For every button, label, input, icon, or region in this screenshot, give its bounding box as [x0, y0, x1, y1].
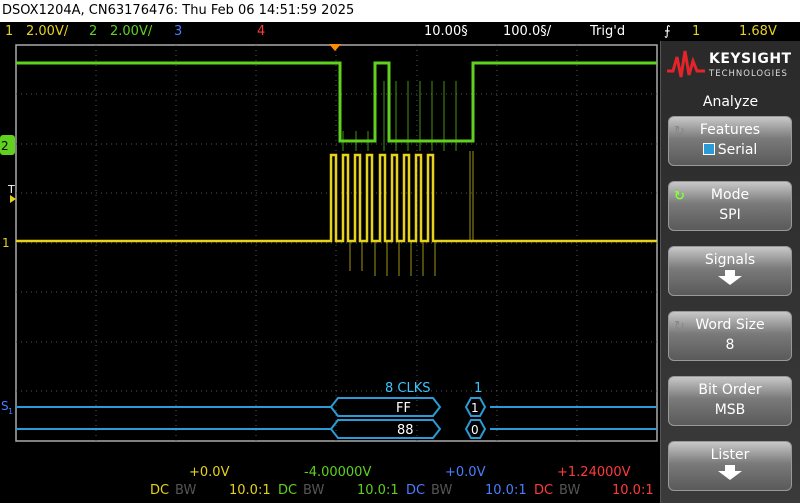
trigger-level[interactable]: 1.68V: [739, 22, 777, 41]
ch3-offset[interactable]: +0.0V: [445, 465, 485, 480]
ch1-marker-label[interactable]: 1: [2, 236, 10, 250]
trigger-state: Trig'd: [590, 24, 626, 39]
ch1-scale[interactable]: 2.00V/: [26, 22, 68, 41]
softkey-bit-order[interactable]: Bit Order MSB: [668, 376, 792, 426]
ch3-bw-limit: BW: [431, 483, 453, 498]
logo-sub: TECHNOLOGIES: [709, 69, 788, 79]
ch1-number[interactable]: 1: [5, 22, 13, 41]
softkey-word-size-label: Word Size: [695, 317, 765, 333]
softkey-mode-label: Mode: [710, 187, 750, 203]
softkey-signals[interactable]: Signals: [668, 246, 792, 296]
ch2-number[interactable]: 2: [89, 22, 97, 41]
trigger-level-label: T: [7, 183, 15, 196]
serial-miso-value: 88: [397, 423, 414, 438]
trigger-channel[interactable]: 1: [692, 22, 700, 41]
logo-brand: KEYSIGHT: [709, 51, 792, 67]
ch1-bw-limit: BW: [175, 483, 197, 498]
trigger-slope-icon: ⨍: [664, 24, 671, 39]
softkey-word-size-value: 8: [725, 337, 735, 353]
softkey-features-value: Serial: [669, 142, 791, 158]
softkey-features-label: Features: [699, 122, 761, 138]
menu-title: Analyze: [702, 94, 759, 110]
softkey-mode[interactable]: ↻ Mode SPI: [668, 181, 792, 231]
title-text: DSOX1204A, CN63176476: Thu Feb 06 14:51:…: [2, 3, 355, 18]
serial-miso-short: 0: [471, 423, 479, 437]
softkey-panel: KEYSIGHT TECHNOLOGIES Analyze ↻ Features…: [660, 41, 800, 503]
ch2-scale[interactable]: 2.00V/: [110, 22, 152, 41]
serial-header-clks: 8 CLKS: [385, 381, 431, 396]
softkey-bit-order-label: Bit Order: [698, 382, 762, 398]
ch1-offset[interactable]: +0.0V: [189, 465, 229, 480]
ch4-coupling: DC: [534, 483, 554, 498]
softkey-features-value-text: Serial: [717, 142, 758, 158]
ch4-bw-limit: BW: [559, 483, 581, 498]
ch4-probe: 10.0:1: [612, 483, 654, 498]
timebase-delay[interactable]: 10.00§: [424, 22, 468, 41]
ch4-number[interactable]: 4: [257, 22, 265, 41]
ch2-coupling: DC: [278, 483, 298, 498]
ch2-bw-limit: BW: [303, 483, 325, 498]
softkey-mode-value: SPI: [719, 207, 741, 223]
ch2-probe: 10.0:1: [357, 483, 399, 498]
keysight-wave-icon: [667, 50, 705, 78]
softkey-features[interactable]: ↻ Features Serial: [668, 116, 792, 166]
submenu-arrow-icon: [718, 465, 742, 480]
ch4-offset[interactable]: +1.24000V: [557, 465, 631, 480]
serial-marker-sub: 1: [8, 407, 13, 416]
softkey-lister-label: Lister: [710, 447, 750, 463]
checkbox-icon: [702, 143, 715, 155]
channel-info-bar: +0.0V -4.00000V +0.0V +1.24000V DC BW 10…: [0, 463, 660, 503]
ch2-offset[interactable]: -4.00000V: [304, 465, 371, 480]
waveform-display[interactable]: 2 T 1 S 1 8 CLKS 1 FF 88 1 0: [0, 41, 660, 463]
ch1-probe: 10.0:1: [229, 483, 271, 498]
ch3-probe: 10.0:1: [485, 483, 527, 498]
keysight-logo: KEYSIGHT TECHNOLOGIES: [667, 49, 795, 87]
softkey-word-size[interactable]: ↻ Word Size 8: [668, 311, 792, 361]
softkey-bit-order-value: MSB: [714, 402, 746, 418]
submenu-arrow-icon: [718, 270, 742, 285]
serial-mosi-short: 1: [471, 401, 479, 415]
status-bar: 1 2.00V/ 2 2.00V/ 3 4 10.00§ 100.0§/ Tri…: [0, 22, 800, 41]
softkey-signals-label: Signals: [704, 252, 756, 268]
ch1-coupling: DC: [150, 483, 170, 498]
ch3-coupling: DC: [406, 483, 426, 498]
ch3-number[interactable]: 3: [174, 22, 182, 41]
title-bar: DSOX1204A, CN63176476: Thu Feb 06 14:51:…: [0, 0, 800, 22]
softkey-lister[interactable]: Lister: [668, 441, 792, 491]
serial-header-count: 1: [474, 381, 482, 396]
timebase-scale[interactable]: 100.0§/: [503, 22, 551, 41]
ch2-marker-label: 2: [1, 139, 9, 153]
serial-mosi-value: FF: [396, 401, 411, 416]
